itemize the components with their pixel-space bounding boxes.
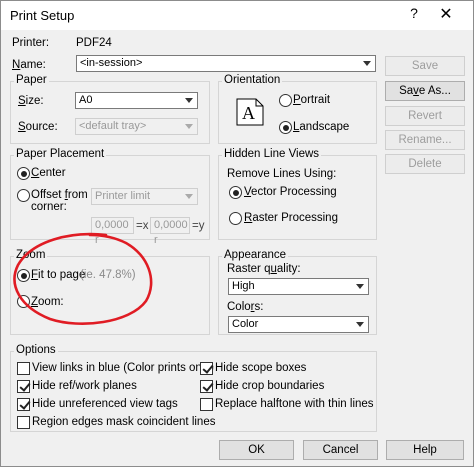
offset-combo[interactable]: Printer limit <box>91 188 198 205</box>
offset-combo-value: Printer limit <box>95 190 151 202</box>
name-combo-value: <in-session> <box>80 57 143 69</box>
zoom-label: Zoom: <box>31 296 64 308</box>
view-links-blue-checkbox[interactable] <box>17 362 30 375</box>
options-legend: Options <box>14 344 58 356</box>
offset-y-input[interactable]: 0,0000 r <box>150 217 190 246</box>
offset-label: Offset from <box>31 189 88 201</box>
remove-lines-label: Remove Lines Using: <box>227 168 337 180</box>
paper-size-combo[interactable]: A0 <box>75 92 198 109</box>
replace-halftone-checkbox[interactable] <box>200 398 213 411</box>
orientation-page-icon: A <box>236 98 264 126</box>
fit-to-page-percent: (ie. 47.8%) <box>80 269 136 281</box>
orientation-icon-letter: A <box>242 103 255 123</box>
offset-y-label: =y <box>192 220 205 232</box>
name-label: Name: <box>12 59 46 71</box>
chevron-down-icon <box>356 322 364 327</box>
appearance-legend: Appearance <box>222 249 289 261</box>
replace-halftone-label: Replace halftone with thin lines <box>215 398 374 410</box>
view-links-blue-label: View links in blue (Color prints only) <box>32 362 214 374</box>
hide-unreferenced-tags-checkbox[interactable] <box>17 398 30 411</box>
raster-quality-combo[interactable]: High <box>228 278 369 295</box>
help-icon[interactable]: ? <box>399 5 429 21</box>
hidden-line-views-legend: Hidden Line Views <box>222 148 322 160</box>
paper-source-combo[interactable]: <default tray> <box>75 118 198 135</box>
paper-size-value: A0 <box>79 94 93 106</box>
printer-value: PDF24 <box>76 37 112 49</box>
center-label: Center <box>31 167 66 179</box>
revert-button[interactable]: Revert <box>385 106 465 126</box>
hide-ref-planes-label: Hide ref/work planes <box>32 380 137 392</box>
offset-x-label: =x <box>136 220 149 232</box>
save-as-button[interactable]: Save As... <box>385 81 465 101</box>
vector-processing-label: Vector Processing <box>244 186 337 198</box>
orientation-legend: Orientation <box>222 74 283 86</box>
title-bar: Print Setup ? ✕ <box>0 0 474 30</box>
paper-source-value: <default tray> <box>79 120 147 132</box>
center-radio[interactable] <box>17 167 30 180</box>
window-title: Print Setup <box>10 8 75 23</box>
hide-scope-boxes-label: Hide scope boxes <box>215 362 307 374</box>
paper-placement-legend: Paper Placement <box>14 148 107 160</box>
close-icon[interactable]: ✕ <box>431 4 461 24</box>
raster-quality-value: High <box>232 280 255 292</box>
colors-value: Color <box>232 318 259 330</box>
hide-unreferenced-tags-label: Hide unreferenced view tags <box>32 398 178 410</box>
delete-button[interactable]: Delete <box>385 154 465 174</box>
save-button[interactable]: Save <box>385 56 465 76</box>
landscape-label: Landscape <box>293 121 350 133</box>
colors-label: Colors: <box>227 301 264 313</box>
portrait-radio[interactable] <box>279 94 292 107</box>
hide-crop-boundaries-label: Hide crop boundaries <box>215 380 325 392</box>
printer-label: Printer: <box>12 37 50 49</box>
raster-processing-radio[interactable] <box>229 212 242 225</box>
offset-radio[interactable] <box>17 189 30 202</box>
offset-label-corner: corner: <box>31 201 67 213</box>
zoom-radio[interactable] <box>17 295 30 308</box>
hide-ref-planes-checkbox[interactable] <box>17 380 30 393</box>
raster-quality-label: Raster quality: <box>227 263 301 275</box>
fit-to-page-radio[interactable] <box>17 269 30 282</box>
name-combo[interactable]: <in-session> <box>76 55 376 72</box>
portrait-label: Portrait <box>293 94 331 106</box>
offset-x-input[interactable]: 0,0000 r <box>91 217 134 246</box>
paper-size-label: Size: <box>18 95 44 107</box>
fit-to-page-label: Fit to page <box>31 269 86 281</box>
ok-button[interactable]: OK <box>219 440 294 460</box>
paper-source-label: Source: <box>18 121 58 133</box>
chevron-down-icon <box>363 61 371 66</box>
cancel-button[interactable]: Cancel <box>303 440 378 460</box>
hide-crop-boundaries-checkbox[interactable] <box>200 380 213 393</box>
hide-scope-boxes-checkbox[interactable] <box>200 362 213 375</box>
help-button[interactable]: Help <box>386 440 464 460</box>
chevron-down-icon <box>185 124 193 129</box>
chevron-down-icon <box>185 194 193 199</box>
colors-combo[interactable]: Color <box>228 316 369 333</box>
region-edges-label: Region edges mask coincident lines <box>32 416 216 428</box>
rename-button[interactable]: Rename... <box>385 130 465 150</box>
chevron-down-icon <box>356 284 364 289</box>
paper-legend: Paper <box>14 74 49 86</box>
vector-processing-radio[interactable] <box>229 186 242 199</box>
chevron-down-icon <box>185 98 193 103</box>
raster-processing-label: Raster Processing <box>244 212 338 224</box>
region-edges-checkbox[interactable] <box>17 416 30 429</box>
landscape-radio[interactable] <box>279 121 292 134</box>
zoom-legend: Zoom <box>14 249 48 261</box>
